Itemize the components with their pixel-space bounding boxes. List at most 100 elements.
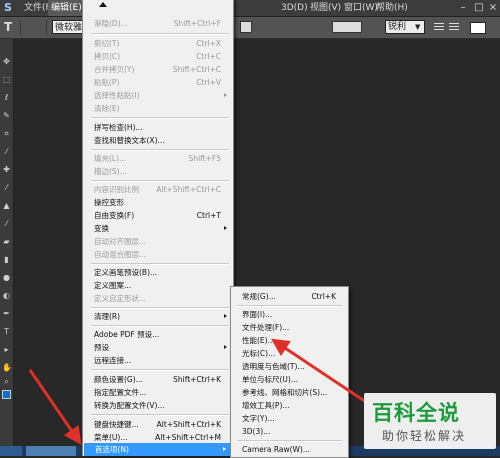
stamp-tool-icon[interactable]: ▲ (2, 201, 11, 210)
hand-tool-icon[interactable]: ✋ (2, 363, 12, 372)
divider (91, 117, 229, 119)
divider (20, 20, 21, 35)
menu-edit[interactable]: 编辑(E) (48, 0, 85, 16)
divider (91, 263, 229, 265)
submenu-item-performance[interactable]: 性能(E)... (231, 334, 346, 347)
pen-tool-icon[interactable]: ✒ (2, 309, 11, 318)
menu-item-label: 增效工具(P)... (242, 401, 290, 410)
zoom-tool-icon[interactable]: ⌕ (2, 377, 11, 386)
submenu-item-cursors[interactable]: 光标(C)... (231, 347, 346, 360)
menu-item-pdf-presets[interactable]: Adobe PDF 预设... (83, 328, 231, 341)
minimize-icon[interactable]: – (456, 2, 470, 13)
healing-tool-icon[interactable]: ✚ (2, 165, 11, 174)
menu-item-label: 合并拷贝(Y) (94, 65, 135, 74)
move-tool-icon[interactable]: ✥ (2, 57, 11, 66)
type-tool-icon[interactable]: T (2, 327, 11, 336)
menu-item-paste-special[interactable]: 选择性粘贴(I) (83, 89, 231, 102)
menu-item-define-brush[interactable]: 定义画笔预设(B)... (83, 266, 231, 279)
menu-item-keyboard-shortcuts[interactable]: 键盘快捷键... Alt+Shift+Ctrl+K (83, 418, 231, 431)
menu-item-remote-connections[interactable]: 远程连接... (83, 354, 231, 367)
menu-item-content-aware-scale[interactable]: 内容识别比例 Alt+Shift+Ctrl+C (83, 183, 231, 196)
menu-item-fade[interactable]: 渐隐(D)... Shift+Ctrl+F (83, 17, 231, 30)
gradient-tool-icon[interactable]: ▮ (2, 255, 11, 264)
marquee-tool-icon[interactable]: ⬚ (2, 75, 11, 84)
submenu-item-units-rulers[interactable]: 单位与标尺(U)... (231, 373, 346, 386)
menu-item-fill[interactable]: 填充(L)... Shift+F5 (83, 152, 231, 165)
menu-view[interactable]: 视图(V) (310, 0, 341, 16)
submenu-item-plugins[interactable]: 增效工具(P)... (231, 399, 346, 412)
lasso-tool-icon[interactable]: ℓ (2, 93, 11, 102)
submenu-item-guides-grid[interactable]: 参考线、网格和切片(S)... (231, 386, 346, 399)
menu-item-label: 透明度与色域(T)... (242, 362, 305, 371)
menu-3d[interactable]: 3D(D) (281, 0, 308, 16)
menu-item-shortcut: Shift+Ctrl+K (173, 375, 221, 384)
menu-item-define-pattern[interactable]: 定义图案... (83, 279, 231, 292)
menu-item-clear[interactable]: 清除(E) (83, 102, 231, 115)
submenu-item-file-handling[interactable]: 文件处理(F)... (231, 321, 346, 334)
align-left-icon[interactable] (433, 21, 445, 33)
align-center-icon[interactable] (448, 21, 460, 33)
menu-item-stroke[interactable]: 描边(S)... (83, 165, 231, 178)
menu-item-shortcut: Shift+Ctrl+C (172, 65, 221, 74)
menu-item-label: 查找和替换文本(X)... (94, 136, 165, 145)
submenu-item-3d[interactable]: 3D(3)... (231, 425, 346, 438)
menu-item-define-shape[interactable]: 定义自定形状... (83, 292, 231, 305)
menu-item-free-transform[interactable]: 自由变换(F) Ctrl+T (83, 209, 231, 222)
submenu-item-interface[interactable]: 界面(I)... (231, 308, 346, 321)
submenu-item-type[interactable]: 文字(Y)... (231, 412, 346, 425)
menu-item-label: 转换为配置文件(V)... (94, 401, 165, 410)
menu-item-label: 定义自定形状... (94, 294, 147, 303)
text-color-swatch[interactable] (470, 22, 486, 34)
menu-item-spell-check[interactable]: 拼写检查(H)... (83, 121, 231, 134)
menu-item-transform[interactable]: 变换 (83, 222, 231, 235)
menu-window[interactable]: 窗口(W) (344, 0, 378, 16)
menu-item-paste[interactable]: 粘贴(P) Ctrl+V (83, 76, 231, 89)
menu-item-label: 自由变换(F) (94, 211, 135, 220)
menu-item-label: 自动对齐图层... (94, 237, 147, 246)
submenu-item-general[interactable]: 常规(G)... Ctrl+K (231, 290, 346, 303)
menu-item-presets[interactable]: 预设 (83, 341, 231, 354)
blur-tool-icon[interactable]: ● (2, 273, 11, 282)
history-brush-tool-icon[interactable]: ⁄ (2, 219, 11, 228)
menu-item-auto-blend[interactable]: 自动混合图层... (83, 248, 231, 261)
menu-item-shortcut: Ctrl+C (196, 52, 221, 61)
menu-item-copy[interactable]: 拷贝(C) Ctrl+C (83, 50, 231, 63)
dodge-tool-icon[interactable]: ◐ (2, 291, 11, 300)
start-button[interactable] (0, 446, 22, 456)
menu-item-assign-profile[interactable]: 指定配置文件... (83, 386, 231, 399)
maximize-icon[interactable]: □ (472, 2, 486, 13)
quick-select-tool-icon[interactable]: ✎ (2, 111, 11, 120)
eyedropper-tool-icon[interactable]: ⁄ (2, 147, 11, 156)
antialias-label (332, 21, 362, 33)
menu-item-find-replace[interactable]: 查找和替换文本(X)... (83, 134, 231, 147)
menu-item-puppet-warp[interactable]: 操控变形 (83, 196, 231, 209)
menu-item-convert-profile[interactable]: 转换为配置文件(V)... (83, 399, 231, 412)
eraser-tool-icon[interactable]: ▰ (2, 237, 11, 246)
menu-item-purge[interactable]: 清理(R) (83, 310, 231, 323)
divider (91, 307, 229, 309)
close-icon[interactable]: × (486, 2, 500, 13)
divider (237, 305, 342, 307)
menu-item-color-settings[interactable]: 颜色设置(G)... Shift+Ctrl+K (83, 373, 231, 386)
menu-item-shortcut: Ctrl+V (196, 78, 221, 87)
taskbar-app[interactable] (26, 446, 76, 456)
menu-item-auto-align[interactable]: 自动对齐图层... (83, 235, 231, 248)
submenu-item-transparency[interactable]: 透明度与色域(T)... (231, 360, 346, 373)
menu-item-cut[interactable]: 剪切(T) Ctrl+X (83, 37, 231, 50)
crop-tool-icon[interactable]: ⌗ (2, 129, 11, 138)
font-size-select[interactable] (240, 21, 252, 33)
submenu-item-camera-raw[interactable]: Camera Raw(W)... (231, 443, 346, 456)
scroll-up-icon[interactable] (99, 2, 107, 7)
divider (91, 369, 229, 371)
menu-help[interactable]: 帮助(H) (376, 0, 408, 16)
preferences-submenu: 常规(G)... Ctrl+K 界面(I)... 文件处理(F)... 性能(E)… (230, 286, 349, 458)
brush-tool-icon[interactable]: ⁄ (2, 183, 11, 192)
path-select-tool-icon[interactable]: ▸ (2, 345, 11, 354)
text-tool-icon[interactable]: T (4, 20, 12, 34)
menu-item-shortcut: Shift+F5 (188, 154, 221, 163)
menu-item-preferences[interactable]: 首选项(N) (84, 443, 230, 456)
menu-item-copy-merged[interactable]: 合并拷贝(Y) Shift+Ctrl+C (83, 63, 231, 76)
foreground-color-swatch[interactable] (2, 390, 11, 399)
menu-item-shortcut: Alt+Shift+Ctrl+K (156, 420, 221, 429)
photoshop-logo-icon[interactable]: S (2, 1, 14, 14)
